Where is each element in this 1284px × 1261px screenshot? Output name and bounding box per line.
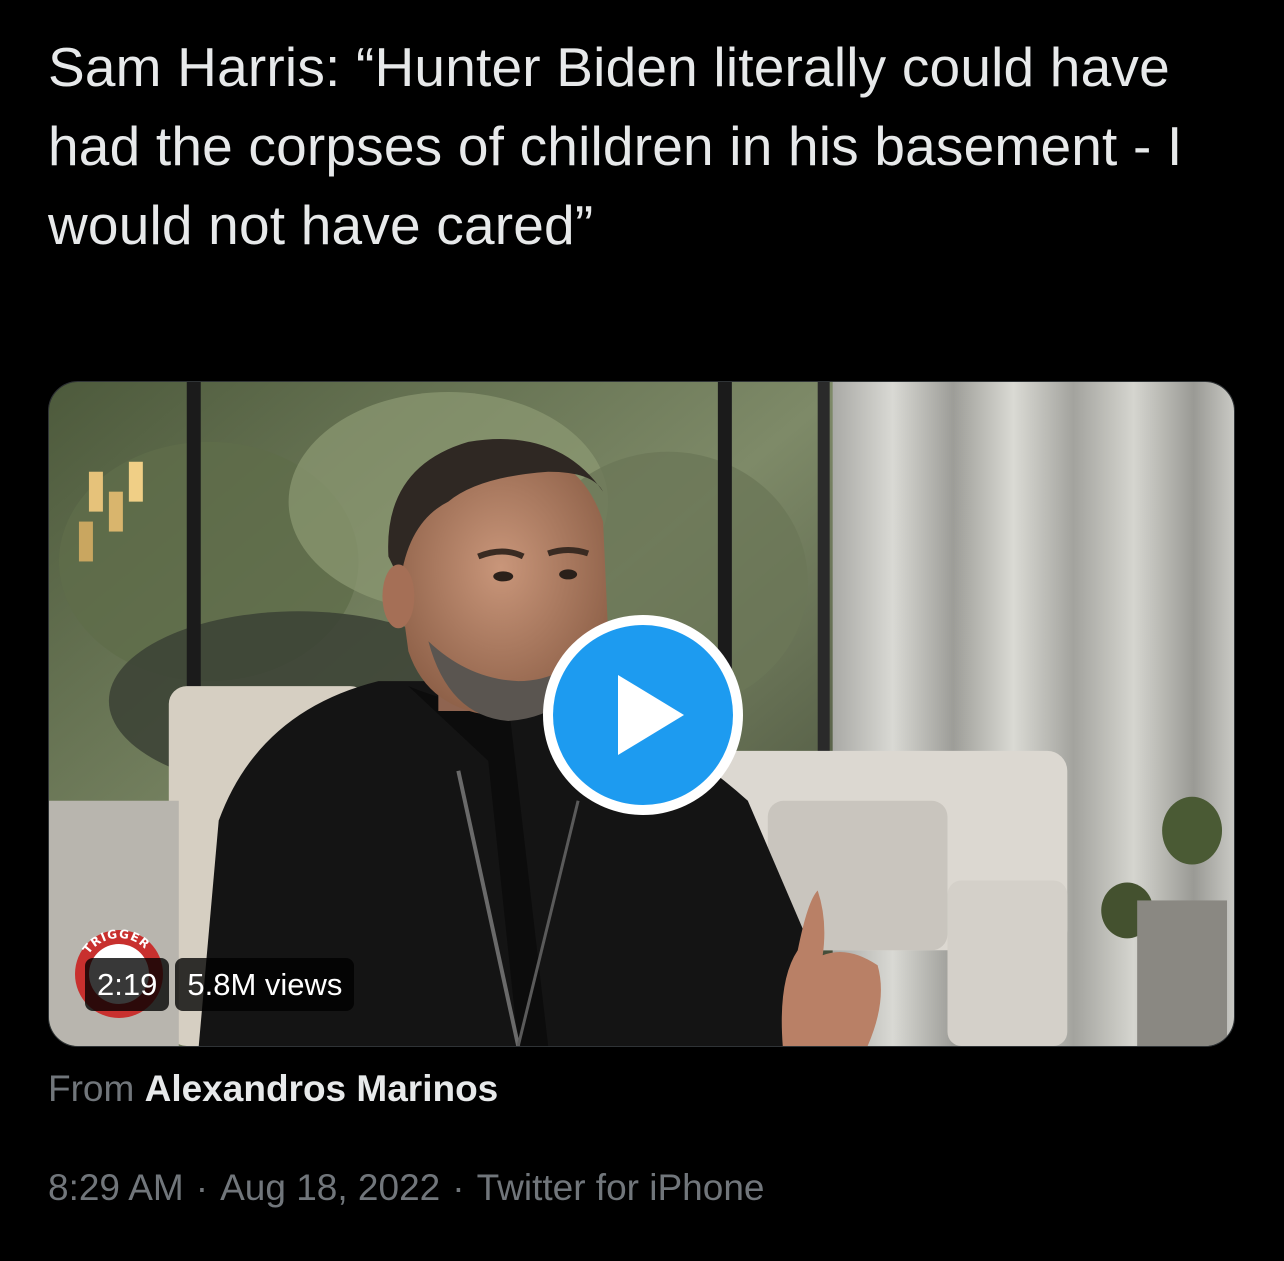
video-player[interactable]: TRIGGER 2:19 5.8M views bbox=[48, 381, 1235, 1047]
tweet-text: Sam Harris: “Hunter Biden literally coul… bbox=[48, 36, 1183, 256]
meta-separator: · bbox=[452, 1167, 465, 1208]
tweet-time[interactable]: 8:29 AM bbox=[48, 1167, 184, 1208]
tweet-date[interactable]: Aug 18, 2022 bbox=[220, 1167, 440, 1208]
source-prefix: From bbox=[48, 1068, 135, 1109]
video-stats: 2:19 5.8M views bbox=[85, 958, 355, 1011]
play-icon bbox=[618, 675, 684, 755]
play-button-circle bbox=[553, 625, 733, 805]
tweet-meta: 8:29 AM · Aug 18, 2022 · Twitter for iPhone bbox=[48, 1167, 764, 1209]
video-views: 5.8M views bbox=[175, 958, 355, 1011]
meta-separator: · bbox=[195, 1167, 209, 1208]
video-source: From Alexandros Marinos bbox=[48, 1068, 498, 1110]
video-duration: 2:19 bbox=[85, 958, 170, 1011]
play-button[interactable] bbox=[543, 615, 743, 815]
tweet-client-link[interactable]: Twitter for iPhone bbox=[477, 1167, 765, 1208]
source-author-link[interactable]: Alexandros Marinos bbox=[145, 1068, 499, 1109]
